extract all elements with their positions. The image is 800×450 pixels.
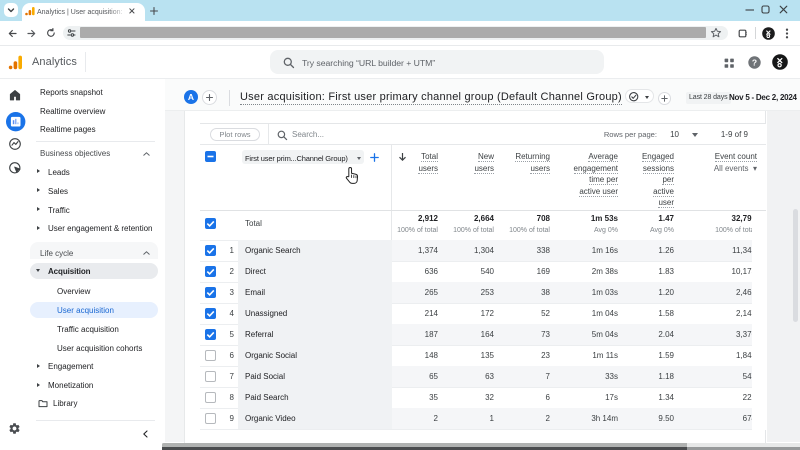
svg-text:?: ? bbox=[752, 57, 757, 67]
svg-text:A: A bbox=[187, 92, 193, 102]
